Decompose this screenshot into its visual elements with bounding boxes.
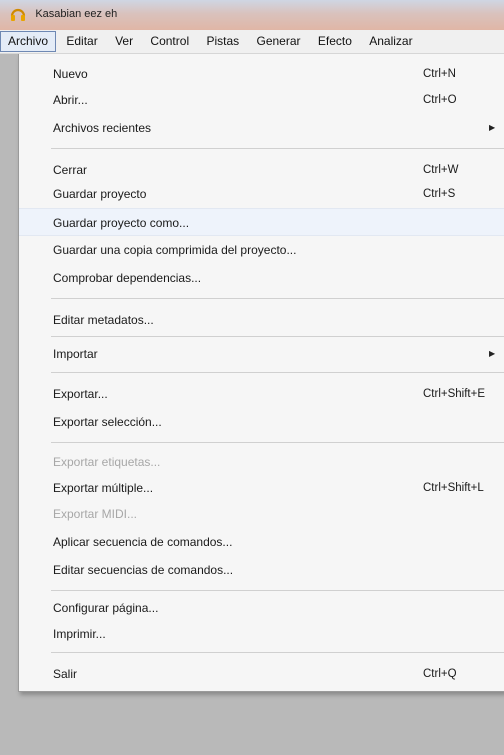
menu-item-label: Comprobar dependencias... xyxy=(53,271,202,285)
menu-item-guardar-proyecto[interactable]: Guardar proyecto Ctrl+S xyxy=(19,180,504,208)
menu-separator xyxy=(51,372,504,373)
menu-item-label: Configurar página... xyxy=(53,601,159,615)
menu-separator xyxy=(51,148,504,149)
menu-item-editar-secuencias[interactable]: Editar secuencias de comandos... xyxy=(19,556,504,584)
menu-archivo[interactable]: Archivo xyxy=(0,31,57,52)
menu-item-exportar-multiple[interactable]: Exportar múltiple... Ctrl+Shift+L xyxy=(19,474,504,502)
menu-item-label: Nuevo xyxy=(53,67,88,81)
menu-item-archivos-recientes[interactable]: Archivos recientes ▶ xyxy=(19,114,504,142)
shortcut-label: Ctrl+Shift+E xyxy=(423,388,485,400)
menu-item-exportar[interactable]: Exportar... Ctrl+Shift+E xyxy=(19,380,504,408)
menu-item-nuevo[interactable]: Nuevo Ctrl+N xyxy=(19,60,504,88)
menu-item-label: Salir xyxy=(53,667,78,681)
submenu-arrow-icon: ▶ xyxy=(489,349,496,358)
menu-item-label: Guardar proyecto xyxy=(53,187,147,201)
menu-item-imprimir[interactable]: Imprimir... xyxy=(19,620,504,648)
menu-analizar[interactable]: Analizar xyxy=(362,32,419,53)
menu-editar[interactable]: Editar xyxy=(59,32,104,53)
menu-efecto[interactable]: Efecto xyxy=(311,32,359,53)
menu-separator xyxy=(51,298,504,299)
menu-item-exportar-midi: Exportar MIDI... xyxy=(19,500,504,528)
menu-item-abrir[interactable]: Abrir... Ctrl+O xyxy=(19,86,504,114)
menu-pistas[interactable]: Pistas xyxy=(199,32,246,53)
menu-separator xyxy=(51,336,504,337)
menu-item-label: Exportar etiquetas... xyxy=(53,455,161,469)
menu-separator xyxy=(51,590,504,591)
menu-item-guardar-proyecto-como[interactable]: Guardar proyecto como... xyxy=(19,208,504,236)
menu-item-label: Abrir... xyxy=(53,93,88,107)
menu-generar[interactable]: Generar xyxy=(249,32,307,53)
archivo-dropdown-menu: Nuevo Ctrl+N Abrir... Ctrl+O Archivos re… xyxy=(18,54,504,692)
menu-separator xyxy=(51,652,504,653)
menu-item-label: Aplicar secuencia de comandos... xyxy=(53,535,233,549)
menu-item-label: Guardar una copia comprimida del proyect… xyxy=(53,243,297,257)
headphones-icon xyxy=(10,6,26,22)
menu-item-label: Exportar selección... xyxy=(53,415,162,429)
menu-item-label: Archivos recientes xyxy=(53,121,152,135)
menu-item-label: Importar xyxy=(53,347,98,361)
menu-item-label: Exportar... xyxy=(53,387,108,401)
menu-item-comprobar-dependencias[interactable]: Comprobar dependencias... xyxy=(19,264,504,292)
menu-separator xyxy=(51,442,504,443)
shortcut-label: Ctrl+Shift+L xyxy=(423,482,484,494)
menu-control[interactable]: Control xyxy=(143,32,196,53)
menu-item-label: Cerrar xyxy=(53,163,88,177)
menu-bar: Archivo Editar Ver Control Pistas Genera… xyxy=(0,30,504,54)
menu-ver[interactable]: Ver xyxy=(108,32,140,53)
submenu-arrow-icon: ▶ xyxy=(489,123,496,132)
menu-item-exportar-seleccion[interactable]: Exportar selección... xyxy=(19,408,504,436)
shortcut-label: Ctrl+S xyxy=(423,188,456,200)
title-bar: Kasabian eez eh xyxy=(0,0,504,30)
menu-item-label: Imprimir... xyxy=(53,627,106,641)
menu-item-aplicar-secuencia[interactable]: Aplicar secuencia de comandos... xyxy=(19,528,504,556)
menu-item-importar[interactable]: Importar ▶ xyxy=(19,340,504,368)
menu-item-editar-metadatos[interactable]: Editar metadatos... xyxy=(19,306,504,334)
shortcut-label: Ctrl+N xyxy=(423,68,456,80)
menu-item-label: Editar metadatos... xyxy=(53,313,154,327)
menu-item-label: Guardar proyecto como... xyxy=(53,216,190,230)
menu-item-label: Exportar múltiple... xyxy=(53,481,154,495)
shortcut-label: Ctrl+Q xyxy=(423,668,457,680)
shortcut-label: Ctrl+O xyxy=(423,94,457,106)
menu-item-label: Editar secuencias de comandos... xyxy=(53,563,234,577)
menu-item-exportar-etiquetas: Exportar etiquetas... xyxy=(19,448,504,476)
menu-item-configurar-pagina[interactable]: Configurar página... xyxy=(19,594,504,622)
menu-item-label: Exportar MIDI... xyxy=(53,507,138,521)
window-title: Kasabian eez eh xyxy=(35,8,118,20)
menu-item-salir[interactable]: Salir Ctrl+Q xyxy=(19,660,504,688)
menu-item-guardar-copia-comprimida[interactable]: Guardar una copia comprimida del proyect… xyxy=(19,236,504,264)
